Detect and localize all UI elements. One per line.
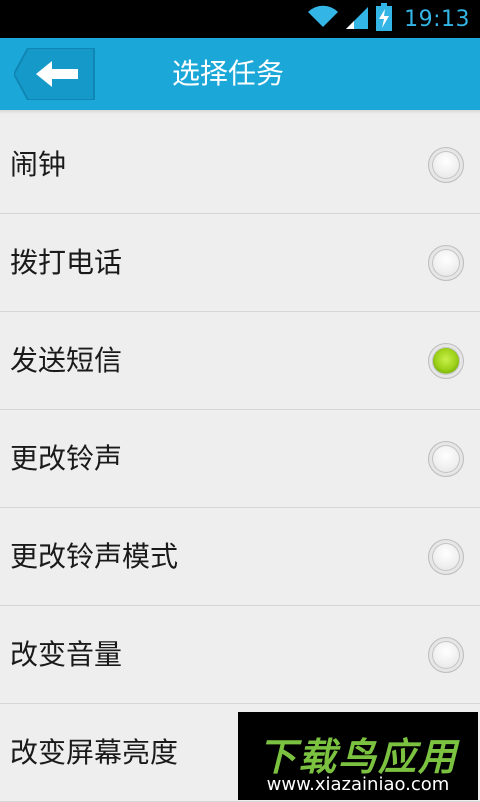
task-row-ring-mode[interactable]: 更改铃声模式 — [0, 508, 480, 606]
task-label: 改变屏幕亮度 — [10, 736, 179, 769]
watermark-url: www.xiazainiao.com — [266, 774, 450, 795]
title-bar: 选择任务 — [0, 38, 480, 110]
battery-charging-icon — [376, 3, 393, 35]
page-title: 选择任务 — [171, 57, 284, 90]
task-label: 更改铃声 — [10, 442, 123, 475]
task-label: 更改铃声模式 — [10, 540, 179, 573]
watermark-brand: 下载鸟应用 — [257, 735, 458, 779]
task-row-volume[interactable]: 改变音量 — [0, 606, 480, 704]
task-row-ringtone[interactable]: 更改铃声 — [0, 410, 480, 508]
radio-button[interactable] — [428, 147, 464, 183]
task-row-call[interactable]: 拨打电话 — [0, 214, 480, 312]
title-shadow — [0, 110, 480, 114]
radio-button[interactable] — [428, 637, 464, 673]
task-row-alarm[interactable]: 闹钟 — [0, 116, 480, 214]
task-label: 改变音量 — [10, 638, 123, 671]
status-time: 19:13 — [404, 6, 470, 32]
radio-button-selected[interactable] — [428, 343, 464, 379]
task-label: 发送短信 — [10, 344, 123, 377]
watermark-logo: 下载鸟应用 www.xiazainiao.com — [238, 712, 478, 800]
task-label: 闹钟 — [10, 148, 67, 181]
task-label: 拨打电话 — [10, 246, 123, 279]
status-icons: 19:13 — [308, 0, 470, 38]
task-list: 闹钟 拨打电话 发送短信 更改铃声 更改铃声模式 改变音量 改变屏幕亮度 — [0, 116, 480, 802]
status-bar: 19:13 — [0, 0, 480, 38]
radio-button[interactable] — [428, 441, 464, 477]
radio-button[interactable] — [428, 245, 464, 281]
wifi-icon — [308, 5, 339, 33]
radio-button[interactable] — [428, 539, 464, 575]
signal-icon — [346, 5, 369, 33]
task-row-sms[interactable]: 发送短信 — [0, 312, 480, 410]
